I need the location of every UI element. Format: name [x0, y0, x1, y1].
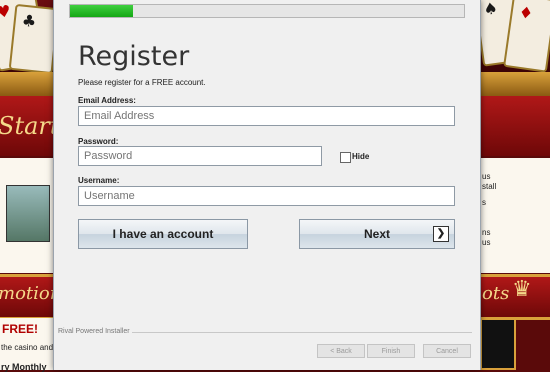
- bg-panel-right: [480, 158, 550, 273]
- installer-window: Register Please register for a FREE acco…: [53, 0, 481, 370]
- email-label: Email Address:: [78, 96, 136, 105]
- finish-button[interactable]: Finish: [367, 344, 415, 358]
- playing-card: ♣: [8, 3, 60, 75]
- bg-body-text: the casino and g: [1, 343, 60, 352]
- bg-slots-text: ots: [482, 283, 510, 304]
- page-title: Register: [78, 41, 190, 72]
- footer-divider: [132, 332, 472, 333]
- username-field[interactable]: [78, 186, 455, 206]
- hide-password-checkbox[interactable]: [340, 152, 351, 163]
- progress-fill: [70, 5, 134, 17]
- playing-card: ♦: [503, 0, 550, 73]
- progress-bar: [69, 4, 465, 18]
- password-label: Password:: [78, 137, 119, 146]
- back-button[interactable]: < Back: [317, 344, 365, 358]
- next-button[interactable]: Next ❯: [299, 219, 455, 249]
- bg-side-text: s: [482, 198, 486, 207]
- bg-body-text: ry Monthly: [1, 362, 47, 372]
- username-label: Username:: [78, 176, 120, 185]
- bg-side-text: ns: [482, 228, 491, 237]
- have-account-label: I have an account: [112, 227, 214, 241]
- installer-brand: Rival Powered Installer: [58, 328, 130, 335]
- bg-side-text: us: [482, 172, 491, 181]
- next-label: Next: [363, 227, 390, 241]
- bg-free-text: FREE!: [2, 322, 38, 336]
- slot-machine-image: [6, 185, 50, 242]
- chevron-right-icon: ❯: [433, 226, 449, 242]
- cancel-button[interactable]: Cancel: [423, 344, 471, 358]
- page-subtitle: Please register for a FREE account.: [78, 78, 206, 87]
- hide-password-label[interactable]: Hide: [352, 152, 369, 161]
- bg-side-text: us: [482, 238, 491, 247]
- bg-video-box: [480, 318, 516, 370]
- password-field[interactable]: [78, 146, 322, 166]
- bg-side-text: stall: [482, 182, 497, 191]
- crown-icon: ♛: [512, 276, 532, 301]
- have-account-button[interactable]: I have an account: [78, 219, 248, 249]
- email-field[interactable]: [78, 106, 455, 126]
